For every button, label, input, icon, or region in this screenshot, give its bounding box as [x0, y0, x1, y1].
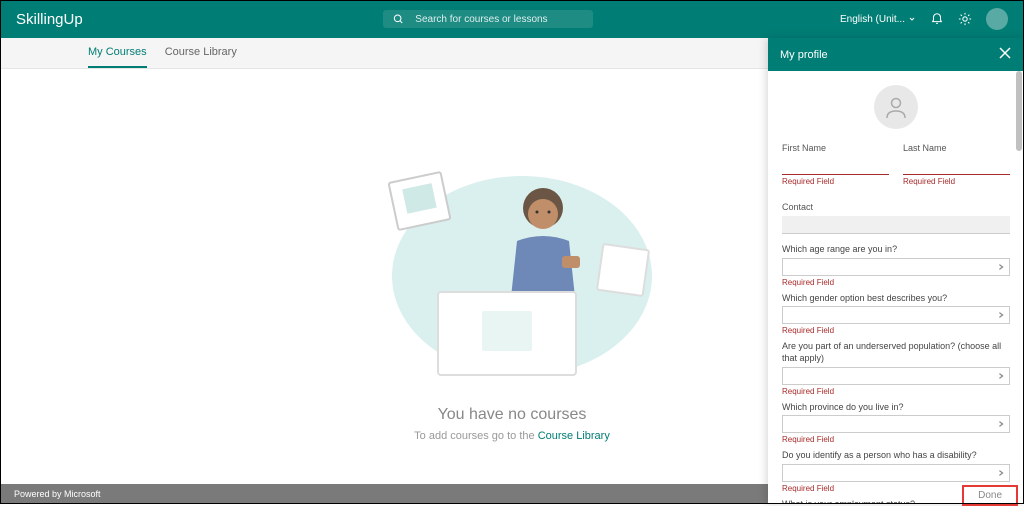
- first-name-label: First Name: [782, 143, 889, 153]
- header-right: English (Unit...: [840, 8, 1008, 30]
- last-name-input[interactable]: [903, 157, 1010, 175]
- last-name-label: Last Name: [903, 143, 1010, 153]
- chevron-right-icon: [997, 372, 1005, 380]
- chevron-right-icon: [997, 420, 1005, 428]
- logo-text: SkillingUp: [16, 11, 83, 28]
- profile-body: First Name Required Field Last Name Requ…: [768, 71, 1024, 504]
- underserved-select[interactable]: [782, 367, 1010, 385]
- search-icon: [393, 13, 404, 25]
- required-text: Required Field: [903, 177, 1010, 186]
- profile-avatar[interactable]: [874, 85, 918, 129]
- age-select[interactable]: [782, 258, 1010, 276]
- course-library-link[interactable]: Course Library: [538, 430, 610, 442]
- province-select[interactable]: [782, 415, 1010, 433]
- close-button[interactable]: [998, 46, 1012, 63]
- chevron-down-icon: [908, 15, 916, 23]
- chevron-right-icon: [997, 263, 1005, 271]
- profile-title: My profile: [780, 49, 828, 61]
- province-question: Which province do you live in?: [782, 402, 1010, 414]
- profile-panel-header: My profile: [768, 38, 1024, 71]
- chevron-right-icon: [997, 469, 1005, 477]
- required-text: Required Field: [782, 435, 1010, 444]
- contact-label: Contact: [782, 202, 1010, 212]
- chevron-right-icon: [997, 311, 1005, 319]
- person-icon: [883, 94, 909, 120]
- empty-illustration: [372, 156, 652, 376]
- gear-icon[interactable]: [958, 12, 972, 26]
- empty-state-subtitle: To add courses go to the Course Library: [414, 430, 610, 442]
- gender-select[interactable]: [782, 306, 1010, 324]
- empty-state-title: You have no courses: [438, 406, 587, 424]
- contact-input[interactable]: [782, 216, 1010, 234]
- tab-course-library[interactable]: Course Library: [165, 38, 237, 68]
- required-text: Required Field: [782, 278, 1010, 287]
- underserved-question: Are you part of an underserved populatio…: [782, 341, 1010, 364]
- required-text: Required Field: [782, 177, 889, 186]
- gender-question: Which gender option best describes you?: [782, 293, 1010, 305]
- avatar[interactable]: [986, 8, 1008, 30]
- required-text: Required Field: [782, 326, 1010, 335]
- done-button[interactable]: Done: [962, 485, 1018, 506]
- profile-panel: My profile First Name Required Field Las…: [768, 38, 1024, 504]
- search-input[interactable]: [415, 14, 582, 25]
- logo: SkillingUp: [16, 11, 83, 28]
- footer-text: Powered by Microsoft: [14, 489, 101, 499]
- scrollbar[interactable]: [1016, 71, 1022, 504]
- app-header: SkillingUp English (Unit...: [0, 0, 1024, 38]
- disability-question: Do you identify as a person who has a di…: [782, 450, 1010, 462]
- tab-my-courses[interactable]: My Courses: [88, 38, 147, 68]
- bell-icon[interactable]: [930, 12, 944, 26]
- language-label: English (Unit...: [840, 14, 905, 25]
- age-question: Which age range are you in?: [782, 244, 1010, 256]
- search-container[interactable]: [383, 10, 593, 28]
- first-name-input[interactable]: [782, 157, 889, 175]
- close-icon: [998, 46, 1012, 60]
- required-text: Required Field: [782, 387, 1010, 396]
- empty-prefix: To add courses go to the: [414, 430, 538, 442]
- language-selector[interactable]: English (Unit...: [840, 14, 916, 25]
- disability-select[interactable]: [782, 464, 1010, 482]
